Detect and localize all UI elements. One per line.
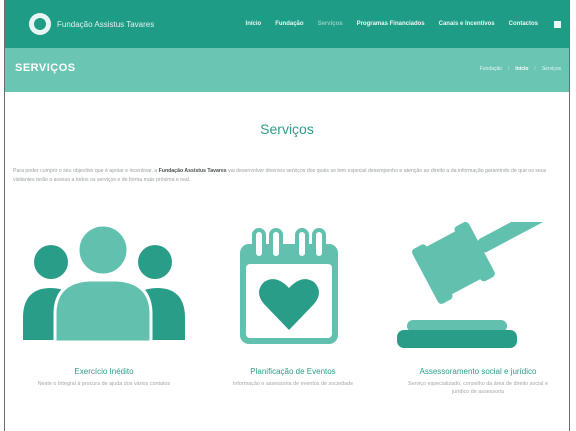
people-group-icon — [23, 223, 185, 344]
nav-item-servicos[interactable]: Serviços — [318, 21, 343, 27]
service-card-planificacao[interactable]: Planificação de Eventos Informação e ass… — [208, 222, 378, 412]
breadcrumb-item-servicos: Serviços — [541, 66, 561, 72]
nav-item-programas[interactable]: Programas Financiados — [357, 21, 425, 27]
intro-text-start: Para poder cumprir o seu objectivo que é… — [13, 168, 159, 174]
breadcrumb-item-inicio[interactable]: Início — [515, 66, 528, 72]
brand-name: Fundação Assistus Tavares — [57, 19, 155, 29]
nav-item-contactos[interactable]: Contactos — [509, 21, 538, 27]
service-title: Exercício Inédito — [74, 367, 134, 376]
service-description: Serviço especializado, conselho da área … — [408, 381, 548, 395]
page-header-band: SERVIÇOS Fundação / Início / Serviços — [5, 48, 569, 92]
menu-icon[interactable] — [554, 20, 561, 28]
section-title: Serviços — [260, 121, 314, 137]
page-frame: Fundação Assistus Tavares Início Fundaçã… — [4, 0, 570, 431]
nav-item-fundacao[interactable]: Fundação — [275, 21, 303, 27]
intro-highlight: Fundação Assistus Tavares — [158, 168, 227, 174]
service-title: Assessoramento social e jurídico — [419, 367, 537, 376]
breadcrumb-separator: / — [507, 66, 510, 72]
breadcrumb: Fundação / Início / Serviços — [480, 66, 561, 72]
intro-paragraph: Para poder cumprir o seu objectivo que é… — [13, 167, 561, 185]
nav-item-inicio[interactable]: Início — [246, 21, 262, 27]
page-header-title: SERVIÇOS — [15, 62, 76, 74]
service-description: Informação e assessoria de eventos de so… — [232, 381, 354, 387]
services-list: Exercício Inédito Neste o Integral à pro… — [5, 222, 569, 412]
service-title: Planificação de Eventos — [250, 367, 336, 376]
calendar-heart-icon — [240, 228, 338, 344]
service-description: Neste o Integral à procura de ajuda dos … — [37, 381, 171, 387]
brand-logo-icon — [29, 13, 51, 35]
brand-logo[interactable]: Fundação Assistus Tavares — [29, 0, 154, 48]
top-navbar: Fundação Assistus Tavares Início Fundaçã… — [5, 0, 569, 48]
nav-item-canais[interactable]: Canais e Incentivos — [439, 21, 495, 27]
main-nav: Início Fundação Serviços Programas Finan… — [246, 0, 561, 48]
breadcrumb-separator: / — [534, 66, 536, 72]
breadcrumb-item-fundacao[interactable]: Fundação — [480, 66, 502, 72]
service-card-assessoramento[interactable]: Assessoramento social e jurídico Serviço… — [393, 222, 563, 412]
service-card-exercicio[interactable]: Exercício Inédito Neste o Integral à pro… — [19, 222, 189, 412]
gavel-icon — [397, 222, 549, 348]
